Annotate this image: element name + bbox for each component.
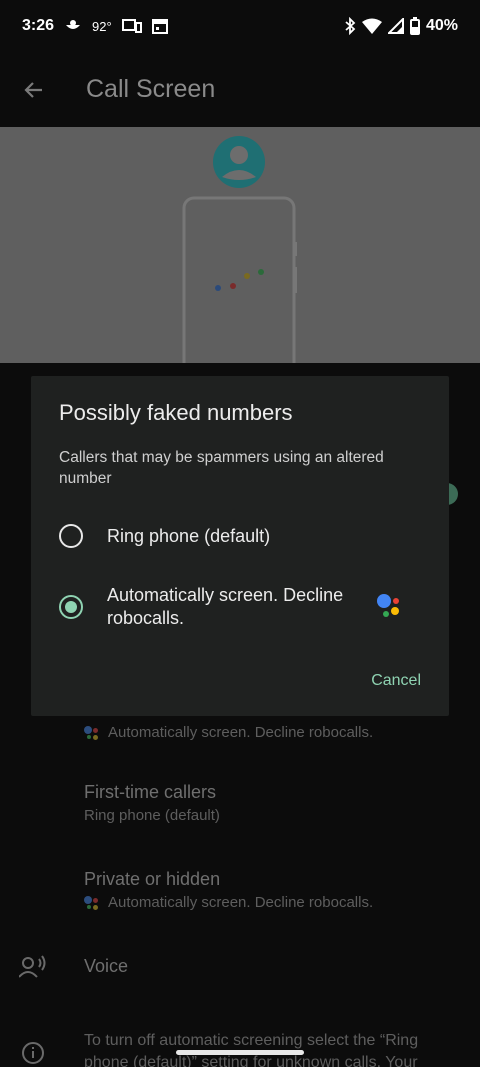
cancel-button[interactable]: Cancel <box>371 672 421 690</box>
dialog-description: Callers that may be spammers using an al… <box>59 449 384 487</box>
option-label: Ring phone (default) <box>107 526 271 546</box>
radio-button-unchecked[interactable] <box>59 524 83 548</box>
item-title: Private or hidden <box>84 869 221 889</box>
option-automatically-screen[interactable]: Automatically screen. Decline robocalls. <box>59 584 429 630</box>
signal-icon <box>387 18 404 34</box>
possibly-faked-numbers-dialog: Possibly faked numbers Callers that may … <box>31 376 449 716</box>
item-subtitle: Ring phone (default) <box>84 807 220 824</box>
option-label: Automatically screen. Decline robocalls. <box>107 585 344 628</box>
home-gesture-bar[interactable] <box>176 1050 304 1055</box>
option-ring-phone[interactable]: Ring phone (default) <box>59 524 429 548</box>
list-item-voice[interactable]: Voice <box>84 956 464 977</box>
info-icon <box>18 1038 48 1067</box>
google-assistant-icon <box>84 725 102 741</box>
list-item-first-time-callers[interactable]: First-time callers Ring phone (default) <box>84 782 464 824</box>
wifi-icon <box>361 18 382 34</box>
list-item-partial: Automatically screen. Decline robocalls. <box>84 720 464 741</box>
call-screen-illustration <box>0 127 480 363</box>
device-icon <box>121 19 142 33</box>
google-assistant-icon <box>377 594 405 622</box>
footer-help-text: To turn off automatic screening select t… <box>84 1030 464 1067</box>
arrow-back-icon <box>24 81 42 98</box>
list-item-private-or-hidden[interactable]: Private or hidden Automatically screen. … <box>84 869 464 911</box>
voice-selection-icon <box>18 952 48 982</box>
google-assistant-icon <box>84 895 102 911</box>
item-title: First-time callers <box>84 782 217 802</box>
dialog-title: Possibly faked numbers <box>59 400 293 425</box>
status-bar: 3:26 92° 40% <box>0 0 480 52</box>
bluetooth-icon <box>344 17 356 35</box>
status-temperature: 92° <box>92 18 112 34</box>
battery-icon <box>409 17 420 35</box>
page-title: Call Screen <box>86 75 216 103</box>
back-button[interactable] <box>2 58 66 122</box>
footer-text-line1: To turn off automatic screening select t… <box>84 1032 419 1049</box>
item-title: Voice <box>84 956 129 976</box>
weather-icon <box>64 19 82 33</box>
status-time: 3:26 <box>22 17 55 34</box>
radio-button-checked[interactable] <box>59 595 83 619</box>
battery-percent: 40% <box>425 17 458 34</box>
top-app-bar: Call Screen <box>0 52 480 127</box>
item-subtitle: Automatically screen. Decline robocalls. <box>108 894 374 911</box>
calendar-icon <box>151 18 168 34</box>
item-subtitle: Automatically screen. Decline robocalls. <box>108 724 374 741</box>
